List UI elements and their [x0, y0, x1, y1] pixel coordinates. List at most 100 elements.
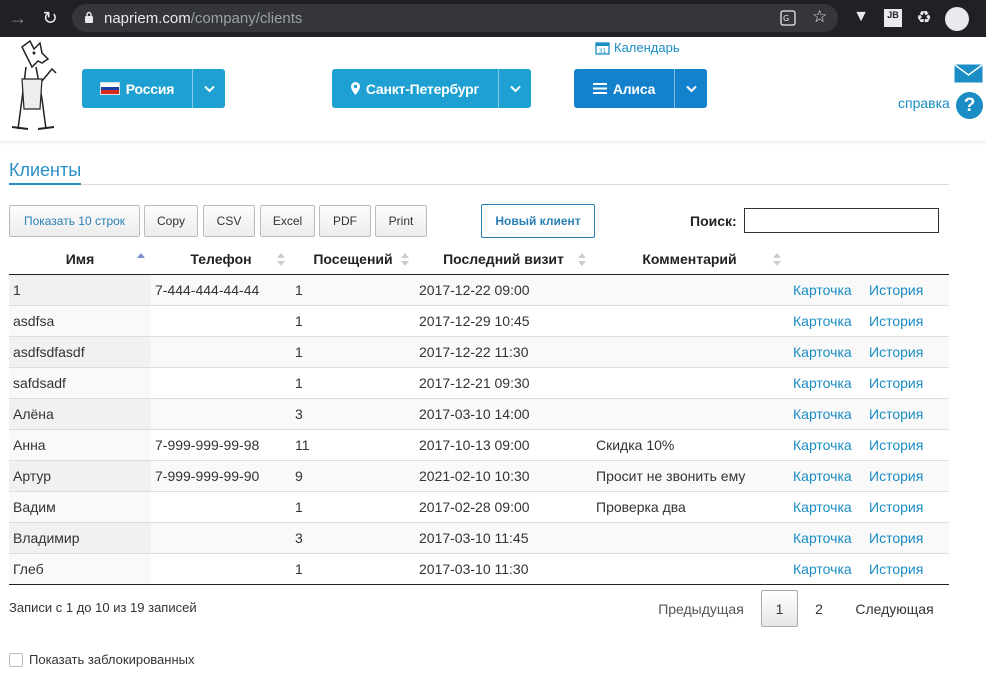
- history-link[interactable]: История: [869, 459, 949, 491]
- title-divider: [9, 184, 949, 185]
- table-row: safdsadf 1 2017-12-21 09:30 Карточка Ист…: [9, 366, 949, 398]
- help-question-icon[interactable]: ?: [956, 92, 983, 119]
- table-row: Глеб 1 2017-03-10 11:30 Карточка История: [9, 552, 949, 585]
- table-header-row: Имя Телефон Посещений Последний визит Ко…: [9, 245, 949, 275]
- card-link[interactable]: Карточка: [787, 366, 869, 398]
- vue-extension-icon[interactable]: ▼: [851, 8, 871, 28]
- map-marker-icon: [350, 82, 360, 95]
- forward-icon[interactable]: →: [8, 8, 28, 28]
- client-phone: 7-444-444-44-44: [151, 274, 291, 305]
- calendar-icon: 31: [595, 41, 610, 55]
- card-link[interactable]: Карточка: [787, 304, 869, 336]
- mail-icon[interactable]: [954, 64, 983, 83]
- show-blocked-toggle[interactable]: Показать заблокированных: [9, 652, 195, 667]
- client-last-visit: 2017-12-22 11:30: [415, 335, 592, 367]
- pagination-page-2[interactable]: 2: [803, 590, 835, 627]
- client-visits: 1: [291, 552, 415, 585]
- table-row: Вадим 1 2017-02-28 09:00 Проверка два Ка…: [9, 490, 949, 522]
- svg-text:31: 31: [599, 48, 607, 55]
- pagination-next[interactable]: Следующая: [847, 590, 942, 627]
- new-client-button[interactable]: Новый клиент: [481, 204, 595, 238]
- table-row: Владимир 3 2017-03-10 11:45 Карточка Ист…: [9, 521, 949, 553]
- history-link[interactable]: История: [869, 304, 949, 336]
- excel-button[interactable]: Excel: [260, 205, 315, 237]
- history-link[interactable]: История: [869, 552, 949, 585]
- country-select-button[interactable]: Россия: [82, 69, 192, 108]
- client-name: asdfsdfasdf: [9, 335, 151, 367]
- reload-icon[interactable]: ↻: [40, 8, 60, 28]
- history-link[interactable]: История: [869, 397, 949, 429]
- client-name: 1: [9, 274, 151, 305]
- client-visits: 1: [291, 304, 415, 336]
- client-comment: Просит не звонить ему: [592, 459, 787, 491]
- card-link[interactable]: Карточка: [787, 459, 869, 491]
- history-link[interactable]: История: [869, 335, 949, 367]
- client-last-visit: 2017-03-10 14:00: [415, 397, 592, 429]
- pagination-page-1[interactable]: 1: [761, 590, 798, 627]
- card-link[interactable]: Карточка: [787, 335, 869, 367]
- client-phone: [151, 552, 291, 585]
- client-last-visit: 2017-10-13 09:00: [415, 428, 592, 460]
- title-accent-bar: [9, 183, 81, 185]
- user-chevron-down-icon[interactable]: [674, 69, 707, 108]
- fox-mascot-logo[interactable]: [8, 39, 64, 133]
- search-input[interactable]: [744, 208, 939, 233]
- clients-table: Имя Телефон Посещений Последний визит Ко…: [9, 245, 949, 585]
- address-bar[interactable]: napriem.com/company/clients G ☆: [72, 4, 838, 32]
- pagination-previous[interactable]: Предыдущая: [650, 590, 752, 627]
- show-blocked-checkbox[interactable]: [9, 652, 23, 667]
- user-dropdown[interactable]: Алиса: [574, 69, 707, 108]
- history-link[interactable]: История: [869, 274, 949, 305]
- profile-avatar-icon[interactable]: [945, 7, 969, 31]
- card-link[interactable]: Карточка: [787, 521, 869, 553]
- col-header-phone[interactable]: Телефон: [151, 245, 291, 275]
- city-select-button[interactable]: Санкт-Петербург: [332, 69, 498, 108]
- city-dropdown[interactable]: Санкт-Петербург: [332, 69, 531, 108]
- client-visits: 1: [291, 274, 415, 305]
- calendar-link[interactable]: 31 Календарь: [595, 40, 680, 55]
- pdf-button[interactable]: PDF: [319, 205, 371, 237]
- jetbrains-extension-icon[interactable]: JB: [884, 9, 902, 27]
- col-header-name[interactable]: Имя: [9, 245, 151, 275]
- sort-both-icon: [277, 253, 285, 266]
- card-link[interactable]: Карточка: [787, 274, 869, 305]
- translate-icon[interactable]: G: [780, 10, 796, 26]
- page-length-button[interactable]: Показать 10 строк: [9, 205, 140, 237]
- history-link[interactable]: История: [869, 490, 949, 522]
- help-link[interactable]: справка: [898, 95, 950, 111]
- col-header-visits[interactable]: Посещений: [291, 245, 415, 275]
- sort-both-icon: [773, 253, 781, 266]
- card-link[interactable]: Карточка: [787, 490, 869, 522]
- client-name: safdsadf: [9, 366, 151, 398]
- col-header-actions-2: [869, 245, 949, 275]
- city-chevron-down-icon[interactable]: [498, 69, 531, 108]
- csv-button[interactable]: CSV: [203, 205, 255, 237]
- bookmark-star-icon[interactable]: ☆: [812, 7, 827, 27]
- card-link[interactable]: Карточка: [787, 552, 869, 585]
- client-comment: [592, 552, 787, 585]
- client-visits: 1: [291, 366, 415, 398]
- client-phone: [151, 521, 291, 553]
- card-link[interactable]: Карточка: [787, 428, 869, 460]
- city-label: Санкт-Петербург: [365, 80, 480, 97]
- browser-toolbar: → ↻ napriem.com/company/clients G ☆ ▼ JB…: [0, 0, 986, 37]
- col-header-comment[interactable]: Комментарий: [592, 245, 787, 275]
- user-menu-button[interactable]: Алиса: [574, 69, 674, 108]
- client-phone: [151, 397, 291, 429]
- history-link[interactable]: История: [869, 366, 949, 398]
- calendar-label: Календарь: [614, 40, 680, 55]
- card-link[interactable]: Карточка: [787, 397, 869, 429]
- col-header-last-visit[interactable]: Последний визит: [415, 245, 592, 275]
- copy-button[interactable]: Copy: [144, 205, 198, 237]
- client-comment: [592, 366, 787, 398]
- country-label: Россия: [125, 80, 175, 97]
- client-visits: 11: [291, 428, 415, 460]
- history-link[interactable]: История: [869, 428, 949, 460]
- country-dropdown[interactable]: Россия: [82, 69, 225, 108]
- extensions-puzzle-icon[interactable]: ♻: [914, 8, 934, 28]
- client-phone: 7-999-999-99-98: [151, 428, 291, 460]
- country-chevron-down-icon[interactable]: [192, 69, 225, 108]
- print-button[interactable]: Print: [375, 205, 427, 237]
- history-link[interactable]: История: [869, 521, 949, 553]
- client-name: Глеб: [9, 552, 151, 585]
